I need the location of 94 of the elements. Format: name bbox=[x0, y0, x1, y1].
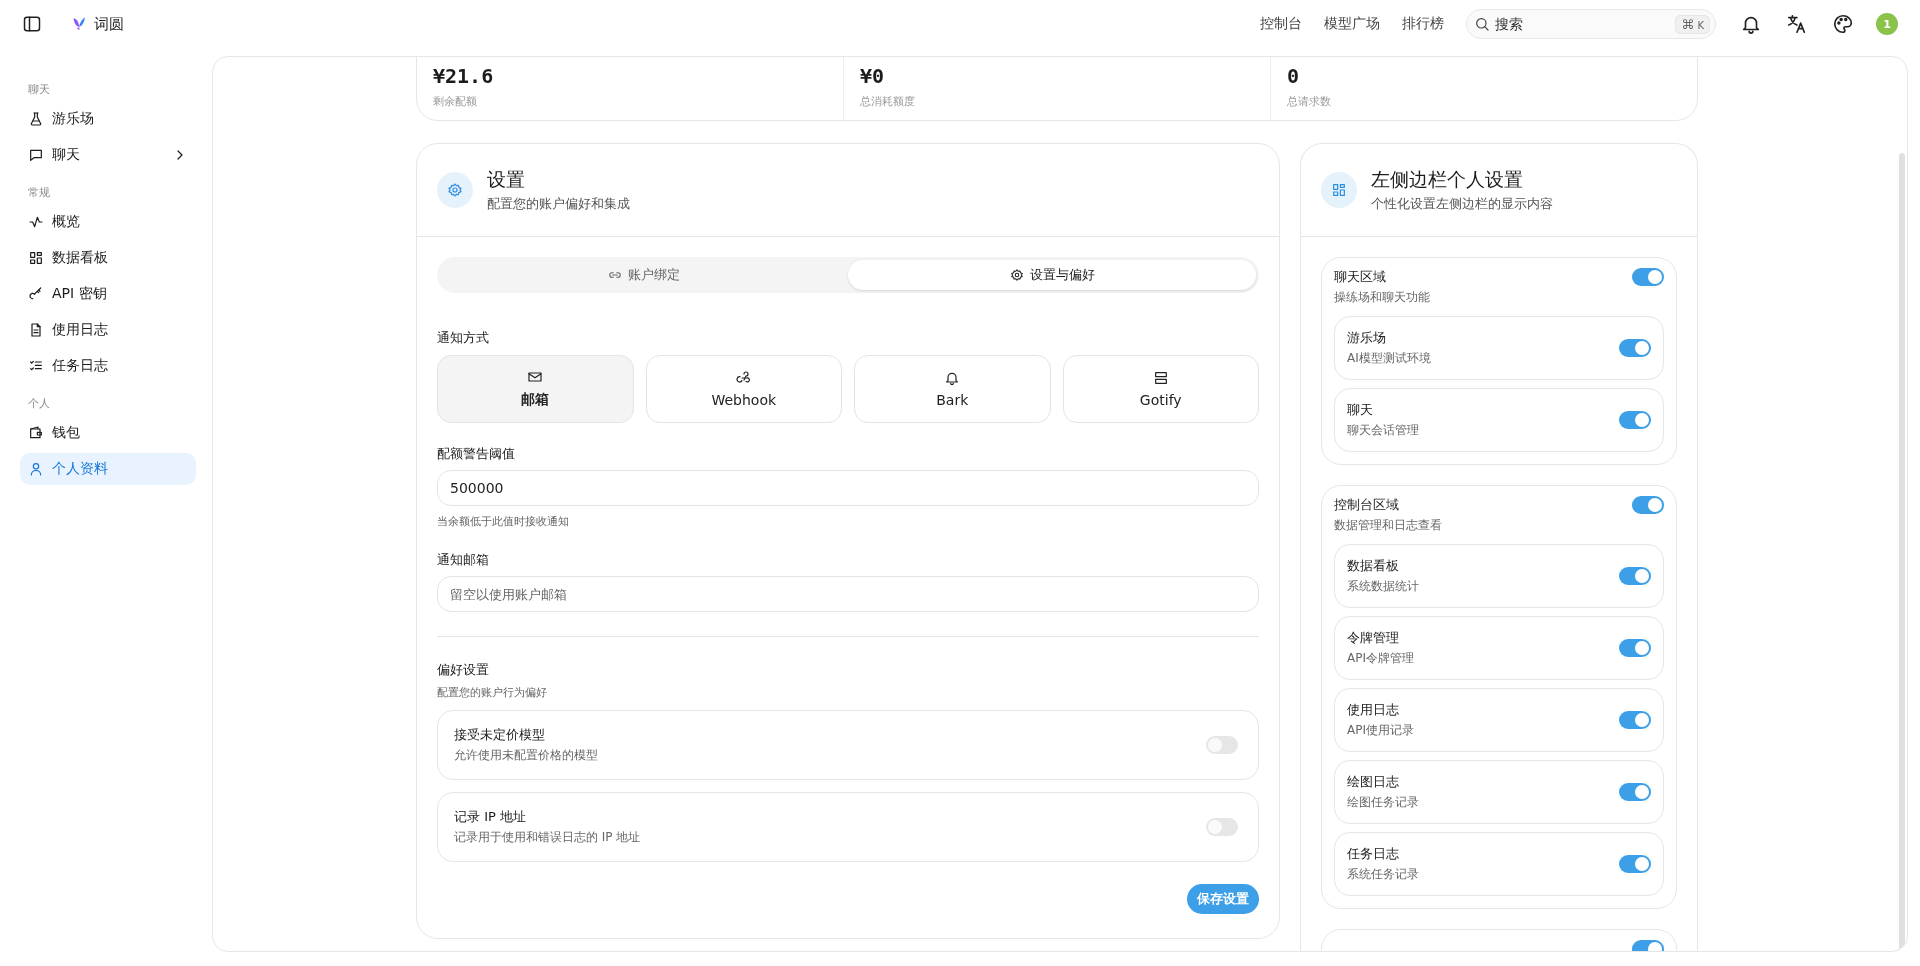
stat-value: 0 bbox=[1287, 64, 1301, 88]
translate-icon[interactable] bbox=[1786, 13, 1808, 35]
nav-link[interactable]: 控制台 bbox=[1260, 15, 1302, 33]
sidebar-item[interactable]: API 密钥 bbox=[20, 278, 196, 310]
sidebar-item[interactable]: 聊天 bbox=[20, 139, 196, 171]
gear-icon bbox=[437, 172, 473, 208]
card-title: 设置 bbox=[487, 167, 526, 192]
sidebar-item[interactable]: 任务日志 bbox=[20, 350, 196, 382]
item-description: 聊天会话管理 bbox=[1347, 422, 1419, 439]
sidebar-item[interactable]: 概览 bbox=[20, 206, 196, 238]
bell-icon bbox=[944, 370, 961, 386]
field-hint: 当余额低于此值时接收通知 bbox=[437, 514, 570, 529]
toggle-switch[interactable] bbox=[1619, 411, 1651, 429]
item-title: 聊天 bbox=[1347, 401, 1374, 419]
user-icon bbox=[28, 461, 44, 477]
sidebar-item[interactable]: 数据看板 bbox=[20, 242, 196, 274]
notification-method-option[interactable]: Bark bbox=[854, 355, 1051, 423]
grid-icon bbox=[28, 250, 44, 266]
toggle-switch[interactable] bbox=[1619, 783, 1651, 801]
item-description: API使用记录 bbox=[1347, 722, 1414, 739]
document-icon bbox=[28, 322, 44, 338]
sidebar-item[interactable]: 使用日志 bbox=[20, 314, 196, 346]
sidebar-section-title: 常规 bbox=[28, 185, 51, 200]
card-subtitle: 配置您的账户偏好和集成 bbox=[487, 195, 630, 213]
tab[interactable]: 设置与偏好 bbox=[848, 260, 1256, 290]
tab[interactable]: 账户绑定 bbox=[440, 260, 848, 290]
item-title: 令牌管理 bbox=[1347, 629, 1400, 647]
key-icon bbox=[28, 286, 44, 302]
card-subtitle: 个性化设置左侧边栏的显示内容 bbox=[1371, 195, 1553, 213]
item-description: 绘图任务记录 bbox=[1347, 794, 1419, 811]
item-description: API令牌管理 bbox=[1347, 650, 1414, 667]
notification-method-option[interactable]: Webhook bbox=[645, 355, 842, 423]
preference-title: 接受未定价模型 bbox=[454, 726, 546, 744]
toggle-switch[interactable] bbox=[1206, 818, 1238, 836]
nav-link[interactable]: 排行榜 bbox=[1402, 15, 1444, 33]
field-label: 通知方式 bbox=[437, 329, 490, 347]
stat-value: ¥0 bbox=[860, 64, 886, 88]
webhook-icon bbox=[735, 370, 752, 386]
stat-label: 总请求数 bbox=[1287, 94, 1332, 109]
section-subtitle: 配置您的账户行为偏好 bbox=[437, 685, 548, 700]
toggle-switch[interactable] bbox=[1619, 855, 1651, 873]
palette-icon[interactable] bbox=[1832, 13, 1854, 35]
threshold-input[interactable]: 500000 bbox=[437, 470, 1259, 506]
toggle-switch[interactable] bbox=[1619, 639, 1651, 657]
pulse-icon bbox=[28, 214, 44, 230]
wallet-icon bbox=[28, 425, 44, 441]
grid-icon bbox=[1321, 172, 1357, 208]
notification-method-option[interactable]: 邮箱 bbox=[437, 355, 634, 423]
item-description: 系统数据统计 bbox=[1347, 578, 1419, 595]
sidebar-item[interactable]: 钱包 bbox=[20, 417, 196, 449]
scrollbar[interactable] bbox=[1899, 153, 1905, 951]
item-title: 使用日志 bbox=[1347, 701, 1400, 719]
stat-value: ¥21.6 bbox=[433, 64, 495, 88]
toggle-switch[interactable] bbox=[1632, 268, 1664, 286]
item-title: 任务日志 bbox=[1347, 845, 1400, 863]
preference-description: 记录用于使用和错误日志的 IP 地址 bbox=[454, 829, 641, 846]
nav-link[interactable]: 模型广场 bbox=[1324, 15, 1380, 33]
field-label: 通知邮箱 bbox=[437, 551, 490, 569]
group-title: 控制台区域 bbox=[1334, 496, 1400, 514]
notification-method-option[interactable]: Gotify bbox=[1062, 355, 1259, 423]
sidebar-section-title: 个人 bbox=[28, 396, 51, 411]
card-title: 左侧边栏个人设置 bbox=[1371, 167, 1524, 192]
group-description: 数据管理和日志查看 bbox=[1334, 517, 1442, 534]
gear-icon bbox=[1009, 268, 1024, 282]
preference-title: 记录 IP 地址 bbox=[454, 808, 527, 826]
chat-bubble-icon bbox=[28, 147, 44, 163]
sidebar-section-title: 聊天 bbox=[28, 82, 51, 97]
toggle-switch[interactable] bbox=[1619, 339, 1651, 357]
toggle-switch[interactable] bbox=[1632, 496, 1664, 514]
flask-icon bbox=[28, 111, 44, 127]
toggle-switch[interactable] bbox=[1206, 736, 1238, 754]
group-description: 操练场和聊天功能 bbox=[1334, 289, 1430, 306]
field-label: 配额警告阈值 bbox=[437, 445, 516, 463]
item-description: AI模型测试环境 bbox=[1347, 350, 1431, 367]
sidebar-item[interactable]: 游乐场 bbox=[20, 103, 196, 135]
brand-name: 词圆 bbox=[94, 14, 124, 34]
item-description: 系统任务记录 bbox=[1347, 866, 1419, 883]
stat-label: 总消耗额度 bbox=[860, 94, 916, 109]
sidebar-toggle-icon[interactable] bbox=[22, 14, 42, 34]
item-title: 数据看板 bbox=[1347, 557, 1400, 575]
shortcut-hint: ⌘ K bbox=[1675, 15, 1710, 34]
toggle-switch[interactable] bbox=[1619, 711, 1651, 729]
section-title: 偏好设置 bbox=[437, 661, 490, 679]
stat-label: 剩余配额 bbox=[433, 94, 478, 109]
group-title: 聊天区域 bbox=[1334, 268, 1387, 286]
search-icon bbox=[1474, 16, 1490, 32]
item-title: 绘图日志 bbox=[1347, 773, 1400, 791]
email-input[interactable]: 留空以使用账户邮箱 bbox=[437, 576, 1259, 612]
preference-description: 允许使用未配置价格的模型 bbox=[454, 747, 598, 764]
server-icon bbox=[1152, 370, 1169, 386]
item-title: 游乐场 bbox=[1347, 329, 1387, 347]
sidebar-item[interactable]: 个人资料 bbox=[20, 453, 196, 485]
toggle-switch[interactable] bbox=[1619, 567, 1651, 585]
envelope-icon bbox=[527, 369, 544, 385]
